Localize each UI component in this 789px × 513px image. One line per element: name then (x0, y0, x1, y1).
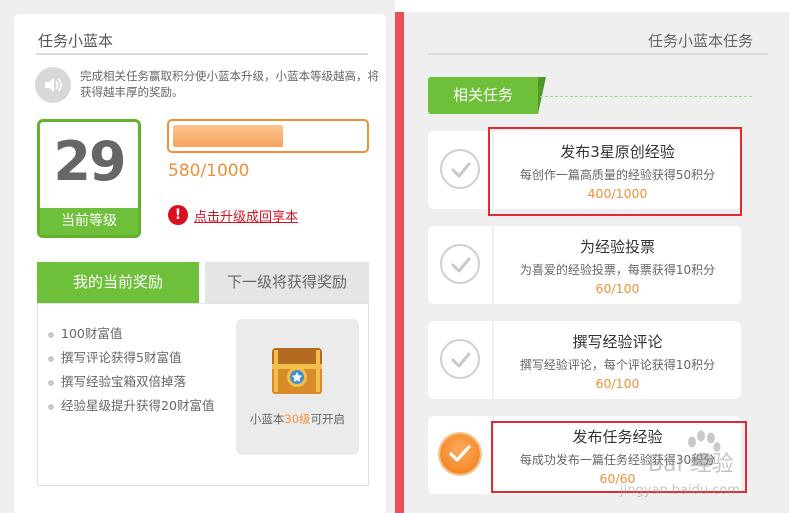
ribbon-dashed-line (540, 96, 752, 97)
intro-text: 完成相关任务赢取积分使小蓝本升级，小蓝本等级越高，将获得越丰厚的奖励。 (80, 69, 379, 99)
panel-divider (395, 12, 404, 513)
left-panel-title: 任务小蓝本 (38, 32, 114, 50)
warning-icon: ! (168, 205, 188, 225)
task-title: 撰写经验评论 (572, 333, 663, 351)
task-description: 为喜爱的经验投票，每票获得10积分 (519, 263, 716, 277)
left-header-divider (36, 53, 368, 55)
reward-list: 100财富值 撰写评论获得5财富值 撰写经验宝箱双倍掉落 经验星级提升获得20财… (48, 322, 228, 418)
treasure-chest-card[interactable]: 小蓝本30级可开启 (236, 319, 359, 455)
task-description: 撰写经验评论，每个评论获得10积分 (519, 358, 716, 372)
check-icon (440, 149, 480, 189)
task-card[interactable]: 撰写经验评论 撰写经验评论，每个评论获得10积分 60/100 (428, 321, 741, 399)
reward-item: 100财富值 (48, 322, 228, 346)
level-progress-bar (167, 119, 369, 153)
check-icon (440, 434, 480, 474)
reward-item: 撰写经验宝箱双倍掉落 (48, 370, 228, 394)
right-header-divider (428, 53, 768, 55)
speaker-icon (35, 67, 71, 103)
tab-current-rewards[interactable]: 我的当前奖励 (37, 262, 199, 303)
chest-caption-prefix: 小蓝本 (249, 412, 285, 426)
watermark: Bai 经验 jingyan.baidu.com (588, 430, 788, 513)
check-icon (440, 339, 480, 379)
task-card[interactable]: 为经验投票 为喜爱的经验投票，每票获得10积分 60/100 (428, 226, 741, 304)
chest-unlock-level: 30级 (284, 412, 311, 426)
treasure-chest-icon (272, 348, 322, 394)
level-label: 当前等级 (40, 208, 138, 235)
watermark-url: jingyan.baidu.com (620, 483, 740, 498)
upgrade-link[interactable]: 点击升级成回享本 (194, 206, 298, 225)
related-tasks-ribbon: 相关任务 (428, 77, 546, 114)
current-level-box: 29 当前等级 (37, 119, 141, 238)
level-number: 29 (53, 130, 126, 193)
reward-item: 经验星级提升获得20财富值 (48, 394, 228, 418)
reward-item: 撰写评论获得5财富值 (48, 346, 228, 370)
task-progress: 60/100 (595, 376, 640, 391)
task-title: 为经验投票 (579, 238, 655, 256)
check-icon (440, 244, 480, 284)
right-panel-title: 任务小蓝本任务 (648, 32, 754, 50)
chest-caption: 小蓝本30级可开启 (236, 411, 359, 427)
chest-caption-suffix: 可开启 (310, 412, 346, 426)
task-progress: 60/100 (595, 281, 640, 296)
rewards-panel: 100财富值 撰写评论获得5财富值 撰写经验宝箱双倍掉落 经验星级提升获得20财… (37, 303, 369, 486)
tab-next-rewards[interactable]: 下一级将获得奖励 (205, 262, 369, 303)
level-progress-fill (173, 125, 283, 147)
level-progress-text: 580/1000 (168, 161, 250, 181)
highlight-box (488, 127, 742, 216)
